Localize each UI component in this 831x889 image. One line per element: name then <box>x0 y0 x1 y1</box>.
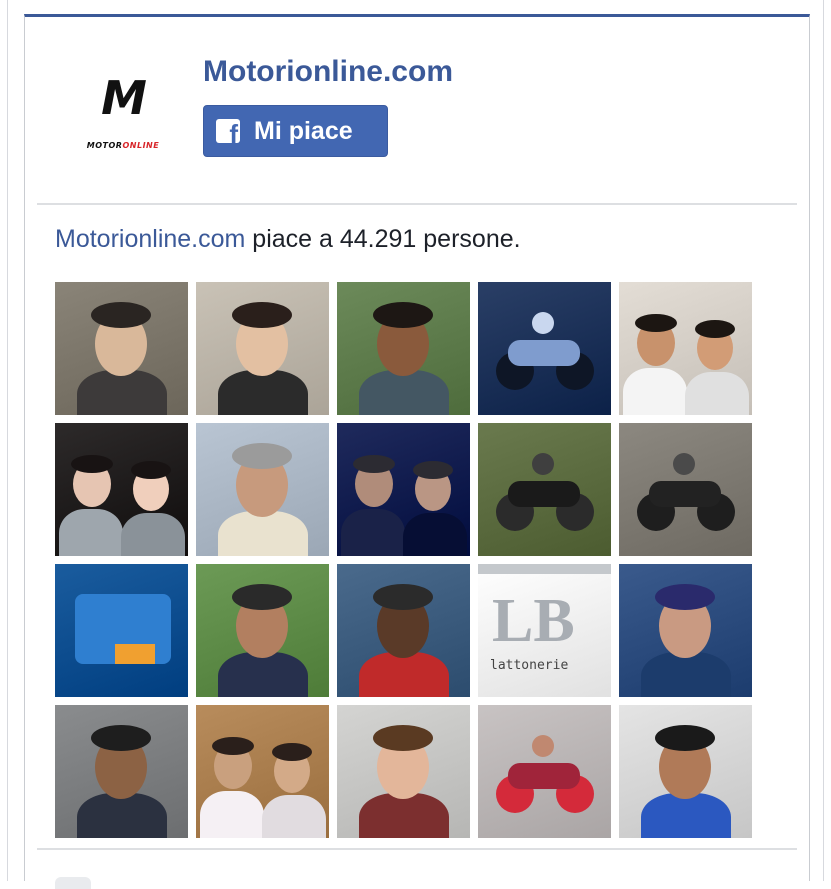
page-name-summary-link[interactable]: Motorionline.com <box>55 225 245 253</box>
logo-letter: M <box>101 71 147 125</box>
divider <box>37 848 797 850</box>
like-button-label: Mi piace <box>254 117 353 145</box>
likes-summary: Motorionline.com piace a 44.291 persone. <box>55 225 521 254</box>
plugin-header: M MOTORONLINE Motorionline.com f Mi piac… <box>25 17 809 203</box>
friend-avatar[interactable] <box>337 564 470 697</box>
footer-element <box>55 877 91 889</box>
logo-wordmark: MOTORONLINE <box>86 141 160 150</box>
divider <box>37 203 797 205</box>
friend-avatar[interactable] <box>619 423 752 556</box>
friend-avatar[interactable] <box>337 282 470 415</box>
friend-avatar[interactable] <box>337 423 470 556</box>
friend-avatar[interactable]: LB lattonerie <box>478 564 611 697</box>
friend-avatar[interactable] <box>196 423 329 556</box>
friend-avatar[interactable] <box>478 282 611 415</box>
friend-avatar[interactable] <box>478 705 611 838</box>
friend-avatar[interactable] <box>196 705 329 838</box>
facebook-f-icon: f <box>216 119 240 143</box>
friend-avatar[interactable] <box>196 564 329 697</box>
friends-grid: LB lattonerie <box>55 282 755 842</box>
friend-avatar[interactable] <box>55 423 188 556</box>
friend-avatar[interactable] <box>55 282 188 415</box>
page-logo[interactable]: M MOTORONLINE <box>56 67 190 172</box>
friend-avatar[interactable] <box>619 705 752 838</box>
facebook-page-plugin: M MOTORONLINE Motorionline.com f Mi piac… <box>24 14 810 889</box>
friend-avatar[interactable] <box>337 705 470 838</box>
friend-avatar[interactable] <box>619 282 752 415</box>
page-edge-left <box>7 0 8 881</box>
tile-logo-mark: LB <box>492 587 575 655</box>
friend-avatar[interactable] <box>478 423 611 556</box>
page-name-link[interactable]: Motorionline.com <box>203 55 453 89</box>
friend-avatar[interactable] <box>196 282 329 415</box>
friend-avatar[interactable] <box>55 564 188 697</box>
friend-avatar[interactable] <box>619 564 752 697</box>
tile-logo-text: lattonerie <box>490 658 569 673</box>
like-button[interactable]: f Mi piace <box>203 105 388 157</box>
likes-count-text: piace a 44.291 persone. <box>245 225 521 253</box>
page-edge-right <box>823 0 824 881</box>
friend-avatar[interactable] <box>55 705 188 838</box>
